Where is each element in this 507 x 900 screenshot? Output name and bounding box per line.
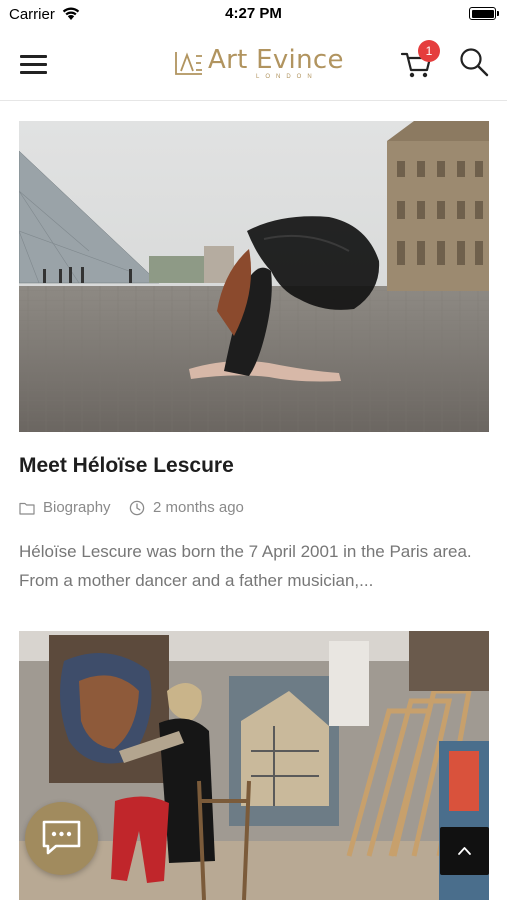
post-category-link[interactable]: Biography [43,499,111,516]
menu-button[interactable] [19,51,49,77]
logo-text: Art Evince [208,45,344,75]
battery-icon [469,7,499,20]
clock-icon [129,500,145,516]
status-time: 4:27 PM [225,5,282,22]
chat-button[interactable] [25,802,98,875]
post-title[interactable]: Meet Héloïse Lescure [19,454,234,478]
post-excerpt: Héloïse Lescure was born the 7 April 200… [19,542,472,590]
logo[interactable]: Art Evince LONDON [170,44,343,84]
logo-subtext: LONDON [256,74,318,80]
post-meta: Biography 2 months ago [19,498,489,520]
post-date: 2 months ago [153,499,244,516]
status-bar: Carrier 4:27 PM [0,0,507,28]
post-image[interactable] [19,121,489,432]
search-icon[interactable] [458,46,490,78]
scroll-to-top-button[interactable] [440,827,489,875]
app-header: Art Evince LONDON 1 [0,28,507,101]
chat-icon [42,820,81,855]
logo-mark-icon [175,52,202,75]
folder-icon [19,502,35,515]
cart-count-badge: 1 [418,40,440,62]
chevron-up-icon [458,847,471,855]
